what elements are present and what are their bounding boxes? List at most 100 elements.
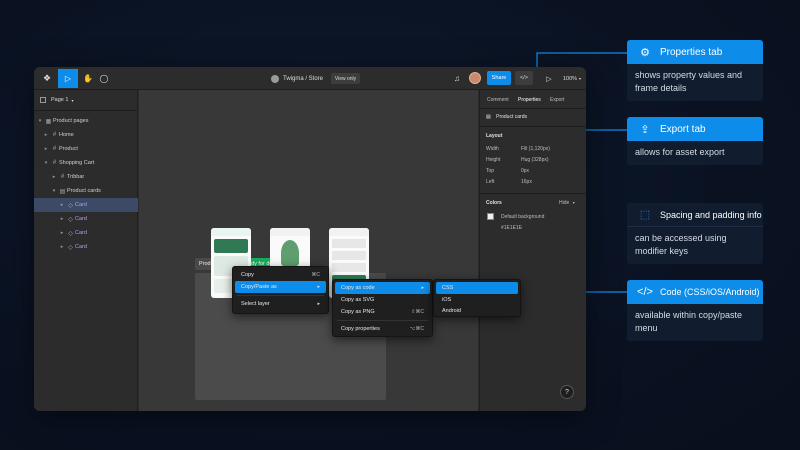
view-only-badge[interactable]: View only (331, 73, 360, 84)
headphones-button[interactable]: ♫ (451, 69, 463, 88)
expand-arrow-icon[interactable]: ▸ (42, 146, 50, 152)
expand-arrow-icon[interactable]: ▾ (36, 118, 44, 124)
layout-value[interactable]: 0px (521, 168, 529, 174)
component-icon: ◇ (68, 230, 73, 237)
layer-product-cards[interactable]: ▾ ▤ Product cards (34, 184, 138, 198)
menu-item-label: Copy (241, 272, 254, 278)
file-avatar-icon (270, 74, 279, 83)
layout-value[interactable]: Hug (328px) (521, 157, 549, 163)
layer-product-pages[interactable]: ▾ ▦ Product pages (34, 114, 138, 128)
share-label: Share (491, 75, 507, 81)
layer-shopping-cart[interactable]: ▾ # Shopping Cart (34, 156, 138, 170)
callout-title: Properties tab (660, 46, 723, 58)
hide-toggle[interactable]: Hide ▾ (559, 200, 575, 206)
layer-label: Shopping Cart (59, 160, 95, 166)
dev-mode-button[interactable]: </> (515, 71, 533, 85)
move-tool-button[interactable]: ▷ (58, 69, 78, 88)
expand-arrow-icon[interactable]: ▾ (50, 188, 58, 194)
comment-tool-button[interactable]: ◯ (97, 69, 111, 88)
menu-item-copy-paste-as[interactable]: Copy/Paste as ▸ (235, 281, 326, 293)
preview-plant (281, 240, 299, 266)
menu-item-css[interactable]: CSS (436, 282, 518, 294)
zoom-dropdown[interactable]: 100% ▾ (560, 69, 584, 88)
callout-title: Spacing and padding info (660, 209, 762, 220)
tab-properties[interactable]: Properties (518, 97, 541, 103)
share-button[interactable]: Share (487, 71, 511, 85)
callout-header: ⇪ Export tab (627, 117, 763, 141)
submenu-arrow-icon: ▸ (421, 285, 424, 291)
menu-item-copy[interactable]: Copy ⌘C (235, 269, 326, 281)
divider (34, 110, 138, 111)
page-selector[interactable]: Page 1 ▾ (40, 95, 73, 105)
menu-item-label: Copy/Paste as (241, 284, 277, 290)
tab-export[interactable]: Export (550, 97, 564, 103)
color-hex[interactable]: #1E1E1E (501, 225, 522, 231)
layer-product[interactable]: ▸ # Product (34, 142, 138, 156)
avatar[interactable] (469, 72, 481, 84)
color-swatch[interactable] (487, 213, 494, 220)
file-title[interactable]: Twigma / Store (262, 69, 332, 88)
top-toolbar: ❖ ▷ ✋ ◯ Twigma / Store View only ♫ Share… (34, 67, 586, 90)
view-only-label: View only (334, 75, 357, 82)
layer-home[interactable]: ▸ # Home (34, 128, 138, 142)
layout-value[interactable]: 16px (521, 179, 532, 185)
layer-label: Product (59, 146, 78, 152)
expand-arrow-icon[interactable]: ▸ (58, 202, 66, 208)
callout-body: allows for asset export (627, 141, 763, 165)
frame-icon: # (60, 174, 65, 180)
code-mode-icon: </> (520, 75, 528, 81)
copy-paste-submenu: Copy as code ▸ Copy as SVG Copy as PNG ⇧… (332, 279, 433, 337)
chevron-down-icon: ▾ (572, 200, 575, 205)
menu-item-android[interactable]: Android (436, 305, 518, 317)
menu-divider (337, 320, 428, 321)
gear-icon: ⚙ (640, 46, 650, 59)
divider (480, 108, 586, 109)
figma-logo-icon: ❖ (42, 73, 52, 83)
expand-arrow-icon[interactable]: ▸ (42, 132, 50, 138)
main-menu-button[interactable]: ❖ (38, 69, 56, 88)
preview-header (211, 228, 251, 236)
layout-value[interactable]: Fill (1,120px) (521, 146, 550, 152)
auto-layout-icon: ▤ (59, 188, 66, 195)
expand-arrow-icon[interactable]: ▸ (58, 216, 66, 222)
expand-arrow-icon[interactable]: ▾ (42, 160, 50, 166)
expand-arrow-icon[interactable]: ▸ (50, 174, 58, 180)
menu-item-label: Copy properties (341, 326, 380, 332)
auto-layout-icon: ▤ (486, 114, 491, 120)
chevron-down-icon: ▾ (579, 76, 582, 81)
section-icon: ▦ (45, 118, 52, 125)
code-icon: </> (637, 286, 653, 298)
expand-arrow-icon[interactable]: ▸ (58, 230, 66, 236)
menu-item-select-layer[interactable]: Select layer ▸ (235, 298, 326, 310)
inspect-panel: Comment Properties Export ▤ Product card… (479, 90, 586, 411)
expand-arrow-icon[interactable]: ▸ (58, 244, 66, 250)
menu-item-label: iOS (442, 297, 452, 303)
menu-item-copy-as-svg[interactable]: Copy as SVG (335, 294, 430, 306)
layer-tribbar[interactable]: ▸ # Tribbar (34, 170, 138, 184)
hand-tool-button[interactable]: ✋ (81, 69, 95, 88)
layer-card[interactable]: ▸ ◇ Card (34, 198, 138, 212)
layout-key: Top (486, 168, 495, 174)
frame-icon: # (52, 132, 57, 138)
menu-item-copy-as-code[interactable]: Copy as code ▸ (335, 282, 430, 294)
preview-header (329, 228, 369, 236)
preview-banner (214, 239, 248, 253)
menu-item-copy-as-png[interactable]: Copy as PNG ⇧⌘C (335, 306, 430, 318)
callout-title: Export tab (660, 123, 706, 135)
callout-spacing: ⬚ Spacing and padding info can be access… (627, 203, 763, 264)
menu-item-copy-properties[interactable]: Copy properties ⌥⌘C (335, 323, 430, 335)
breadcrumb: Twigma / Store (282, 75, 323, 82)
help-button[interactable]: ? (560, 385, 574, 399)
layer-label: Card (75, 216, 87, 222)
preview-row (332, 239, 366, 248)
menu-item-label: Select layer (241, 301, 270, 307)
menu-item-label: Copy as code (341, 285, 375, 291)
preview-row (332, 263, 366, 272)
menu-divider (237, 295, 324, 296)
present-button[interactable]: ▷ (543, 69, 555, 88)
color-name: Default background (501, 214, 545, 220)
layer-card[interactable]: ▸ ◇ Card (34, 240, 138, 254)
layer-card[interactable]: ▸ ◇ Card (34, 212, 138, 226)
layer-card[interactable]: ▸ ◇ Card (34, 226, 138, 240)
tab-comment[interactable]: Comment (487, 97, 509, 103)
